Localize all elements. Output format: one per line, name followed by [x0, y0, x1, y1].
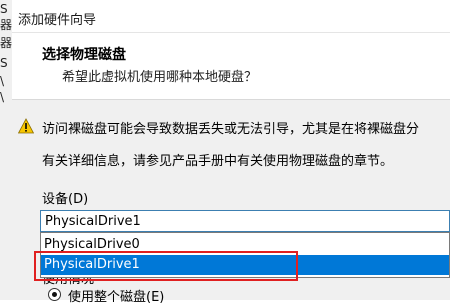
- device-option[interactable]: PhysicalDrive0: [41, 235, 449, 255]
- window-title: 添加硬件向导: [18, 13, 97, 28]
- device-label: 设备(D): [42, 192, 89, 207]
- warning-icon: [18, 118, 34, 134]
- edge-text: \: [0, 74, 5, 88]
- edge-text: 器: [0, 18, 13, 32]
- page-subtitle: 希望此虚拟机使用哪种本地硬盘？: [62, 70, 258, 85]
- use-entire-disk-radio[interactable]: [48, 288, 61, 301]
- add-hardware-wizard: 添加硬件向导 选择物理磁盘 希望此虚拟机使用哪种本地硬盘？ 访问裸磁盘可能会导致…: [12, 0, 450, 305]
- page-title: 选择物理磁盘: [42, 47, 126, 63]
- warning-detail-text: 有关详细信息，请参见产品手册中有关使用物理磁盘的章节。: [42, 154, 394, 169]
- device-option-selected[interactable]: PhysicalDrive1: [41, 255, 449, 275]
- device-select-value: PhysicalDrive1: [45, 214, 141, 229]
- edge-text: 器: [0, 36, 13, 50]
- use-entire-disk-label[interactable]: 使用整个磁盘(E): [68, 286, 164, 305]
- edge-text: S: [0, 56, 8, 70]
- warning-text: 访问裸磁盘可能会导致数据丢失或无法引导，尤其是在将裸磁盘分: [42, 122, 420, 137]
- device-dropdown-list[interactable]: PhysicalDrive0 PhysicalDrive1: [40, 232, 450, 278]
- title-bar[interactable]: 添加硬件向导: [12, 0, 450, 33]
- device-select[interactable]: PhysicalDrive1: [40, 210, 450, 232]
- edge-text: S: [0, 2, 8, 16]
- edge-text: \: [0, 90, 5, 104]
